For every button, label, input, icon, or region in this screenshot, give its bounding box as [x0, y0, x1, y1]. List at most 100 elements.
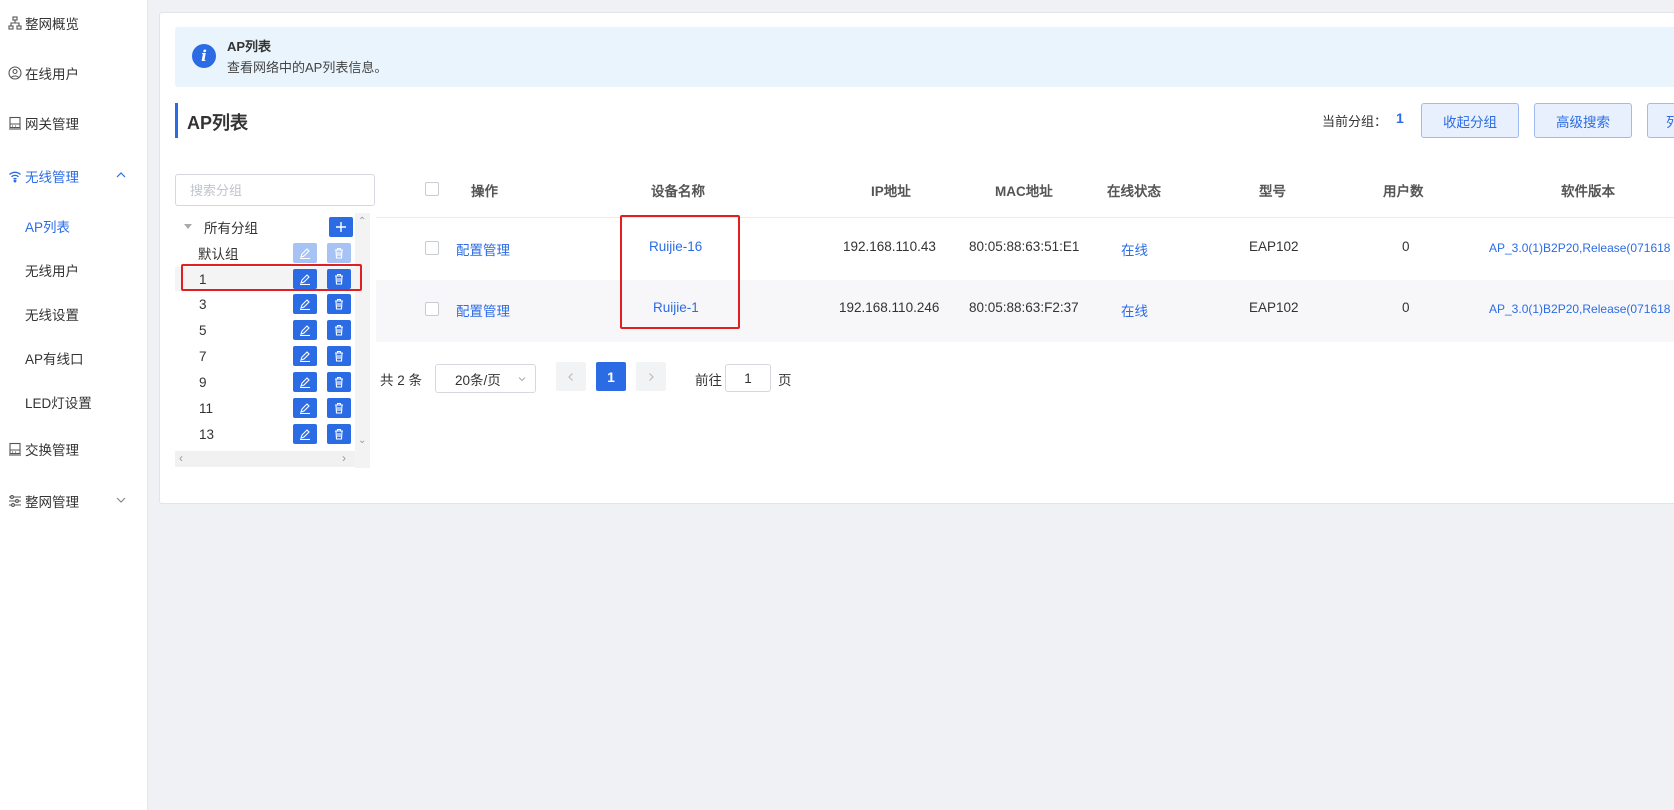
tree-item-9[interactable]: 9 [175, 370, 355, 394]
page-title: AP列表 [187, 113, 249, 133]
col-header-mac: MAC地址 [995, 184, 1053, 199]
ip-cell: 192.168.110.246 [839, 300, 940, 315]
tree-item-13[interactable]: 13 [175, 422, 355, 446]
scroll-left-icon[interactable]: ‹ [179, 452, 183, 464]
nav-label: 整网管理 [25, 495, 79, 510]
row-checkbox[interactable] [425, 302, 439, 316]
delete-group-button[interactable] [327, 346, 351, 366]
scroll-right-icon[interactable]: › [342, 452, 346, 464]
notice-description: 查看网络中的AP列表信息。 [227, 60, 388, 75]
edit-icon [300, 377, 310, 388]
tree-item-5[interactable]: 5 [175, 318, 355, 342]
users-cell: 0 [1402, 300, 1410, 315]
sidebar-item-ap-list[interactable]: AP列表 [25, 215, 70, 237]
mac-cell: 80:05:88:63:51:E1 [969, 239, 1080, 254]
trash-icon [335, 324, 343, 336]
software-version-link[interactable]: AP_3.0(1)B2P20,Release(071618 [1489, 302, 1670, 316]
col-header-software: 软件版本 [1561, 184, 1615, 199]
tree-item-3[interactable]: 3 [175, 292, 355, 316]
model-cell: EAP102 [1249, 300, 1299, 315]
col-header-model: 型号 [1259, 184, 1286, 199]
add-group-button[interactable] [329, 217, 353, 237]
tree-root-all-groups[interactable]: 所有分组 [175, 215, 355, 239]
info-notice: i AP列表 查看网络中的AP列表信息。 [175, 27, 1674, 87]
chevron-right-icon [649, 372, 654, 381]
edit-group-button[interactable] [293, 294, 317, 314]
page-size-select[interactable]: 20条/页 [435, 364, 536, 393]
trash-icon [335, 376, 343, 388]
tree-vertical-scrollbar[interactable]: ⌃ ⌄ [355, 213, 370, 468]
collapse-group-button[interactable]: 收起分组 [1421, 103, 1519, 138]
pagination-total: 共 2 条 [380, 373, 423, 388]
tree-item-label: 5 [199, 322, 207, 338]
delete-group-button[interactable] [327, 372, 351, 392]
nav-item-network-overview[interactable]: 整网概览 [0, 11, 148, 35]
edit-group-button[interactable] [293, 398, 317, 418]
scroll-down-icon[interactable]: ⌄ [358, 436, 366, 446]
config-manage-link[interactable]: 配置管理 [456, 300, 510, 320]
edit-group-button[interactable] [293, 320, 317, 340]
edit-group-button[interactable] [293, 424, 317, 444]
delete-button-disabled [327, 243, 351, 263]
current-group-value: 1 [1396, 110, 1404, 126]
nav-item-wireless[interactable]: 无线管理 [0, 164, 148, 188]
user-icon [7, 65, 23, 81]
nav-item-gateway[interactable]: 网关管理 [0, 111, 148, 135]
select-all-checkbox[interactable] [425, 182, 439, 196]
mac-cell: 80:05:88:63:F2:37 [969, 300, 1079, 315]
delete-group-button[interactable] [327, 424, 351, 444]
tree-item-7[interactable]: 7 [175, 344, 355, 368]
chevron-up-icon [116, 172, 126, 178]
tree-item-label: 11 [199, 400, 214, 416]
tree-item-label: 9 [199, 374, 207, 390]
nav-item-switch[interactable]: 交换管理 [0, 437, 148, 461]
tree-item-label: 13 [199, 426, 215, 442]
goto-label: 前往 [695, 373, 722, 388]
nav-item-network-manage[interactable]: 整网管理 [0, 489, 148, 513]
prev-page-button[interactable] [556, 362, 586, 391]
plus-icon [336, 222, 346, 232]
software-version-link[interactable]: AP_3.0(1)B2P20,Release(071618 [1489, 241, 1670, 255]
delete-group-button[interactable] [327, 398, 351, 418]
switch-icon [7, 441, 23, 457]
delete-group-button[interactable] [327, 294, 351, 314]
scroll-up-icon[interactable]: ⌃ [358, 217, 366, 227]
delete-group-button[interactable] [327, 320, 351, 340]
goto-page-input[interactable] [725, 364, 771, 392]
edit-icon [300, 351, 310, 362]
trash-icon [335, 428, 343, 440]
edit-group-button[interactable] [293, 372, 317, 392]
edit-group-button[interactable] [293, 346, 317, 366]
nav-item-online-users[interactable]: 在线用户 [0, 61, 148, 85]
chevron-left-icon [568, 372, 573, 381]
notice-title: AP列表 [227, 39, 272, 54]
status-cell: 在线 [1121, 243, 1148, 258]
tree-item-label: 默认组 [198, 247, 239, 262]
status-cell: 在线 [1121, 304, 1148, 319]
current-group-label: 当前分组： [1322, 114, 1388, 129]
page-number-button[interactable]: 1 [596, 362, 626, 391]
sidebar-item-ap-wired-port[interactable]: AP有线口 [25, 347, 84, 369]
nav-label: 在线用户 [25, 67, 79, 82]
info-icon: i [192, 44, 216, 68]
row-checkbox[interactable] [425, 241, 439, 255]
highlight-box-group-1 [181, 264, 362, 291]
sidebar-item-led-settings[interactable]: LED灯设置 [25, 391, 92, 413]
tree-horizontal-scrollbar[interactable]: ‹ › [175, 451, 355, 467]
advanced-search-button[interactable]: 高级搜索 [1534, 103, 1632, 138]
col-header-users: 用户数 [1383, 184, 1424, 199]
tree-item-default[interactable]: 默认组 [175, 241, 355, 265]
trash-icon [335, 350, 343, 362]
caret-down-icon[interactable] [184, 224, 192, 229]
col-header-action: 操作 [471, 184, 498, 199]
sidebar-item-wireless-users[interactable]: 无线用户 [25, 259, 79, 281]
column-settings-button[interactable]: 列 [1647, 103, 1674, 138]
group-search-input[interactable] [175, 174, 375, 206]
wifi-icon [7, 168, 23, 184]
page-suffix-label: 页 [778, 373, 792, 388]
model-cell: EAP102 [1249, 239, 1299, 254]
next-page-button[interactable] [636, 362, 666, 391]
sidebar-item-wireless-settings[interactable]: 无线设置 [25, 303, 79, 325]
config-manage-link[interactable]: 配置管理 [456, 239, 510, 259]
tree-item-11[interactable]: 11 [175, 396, 355, 420]
